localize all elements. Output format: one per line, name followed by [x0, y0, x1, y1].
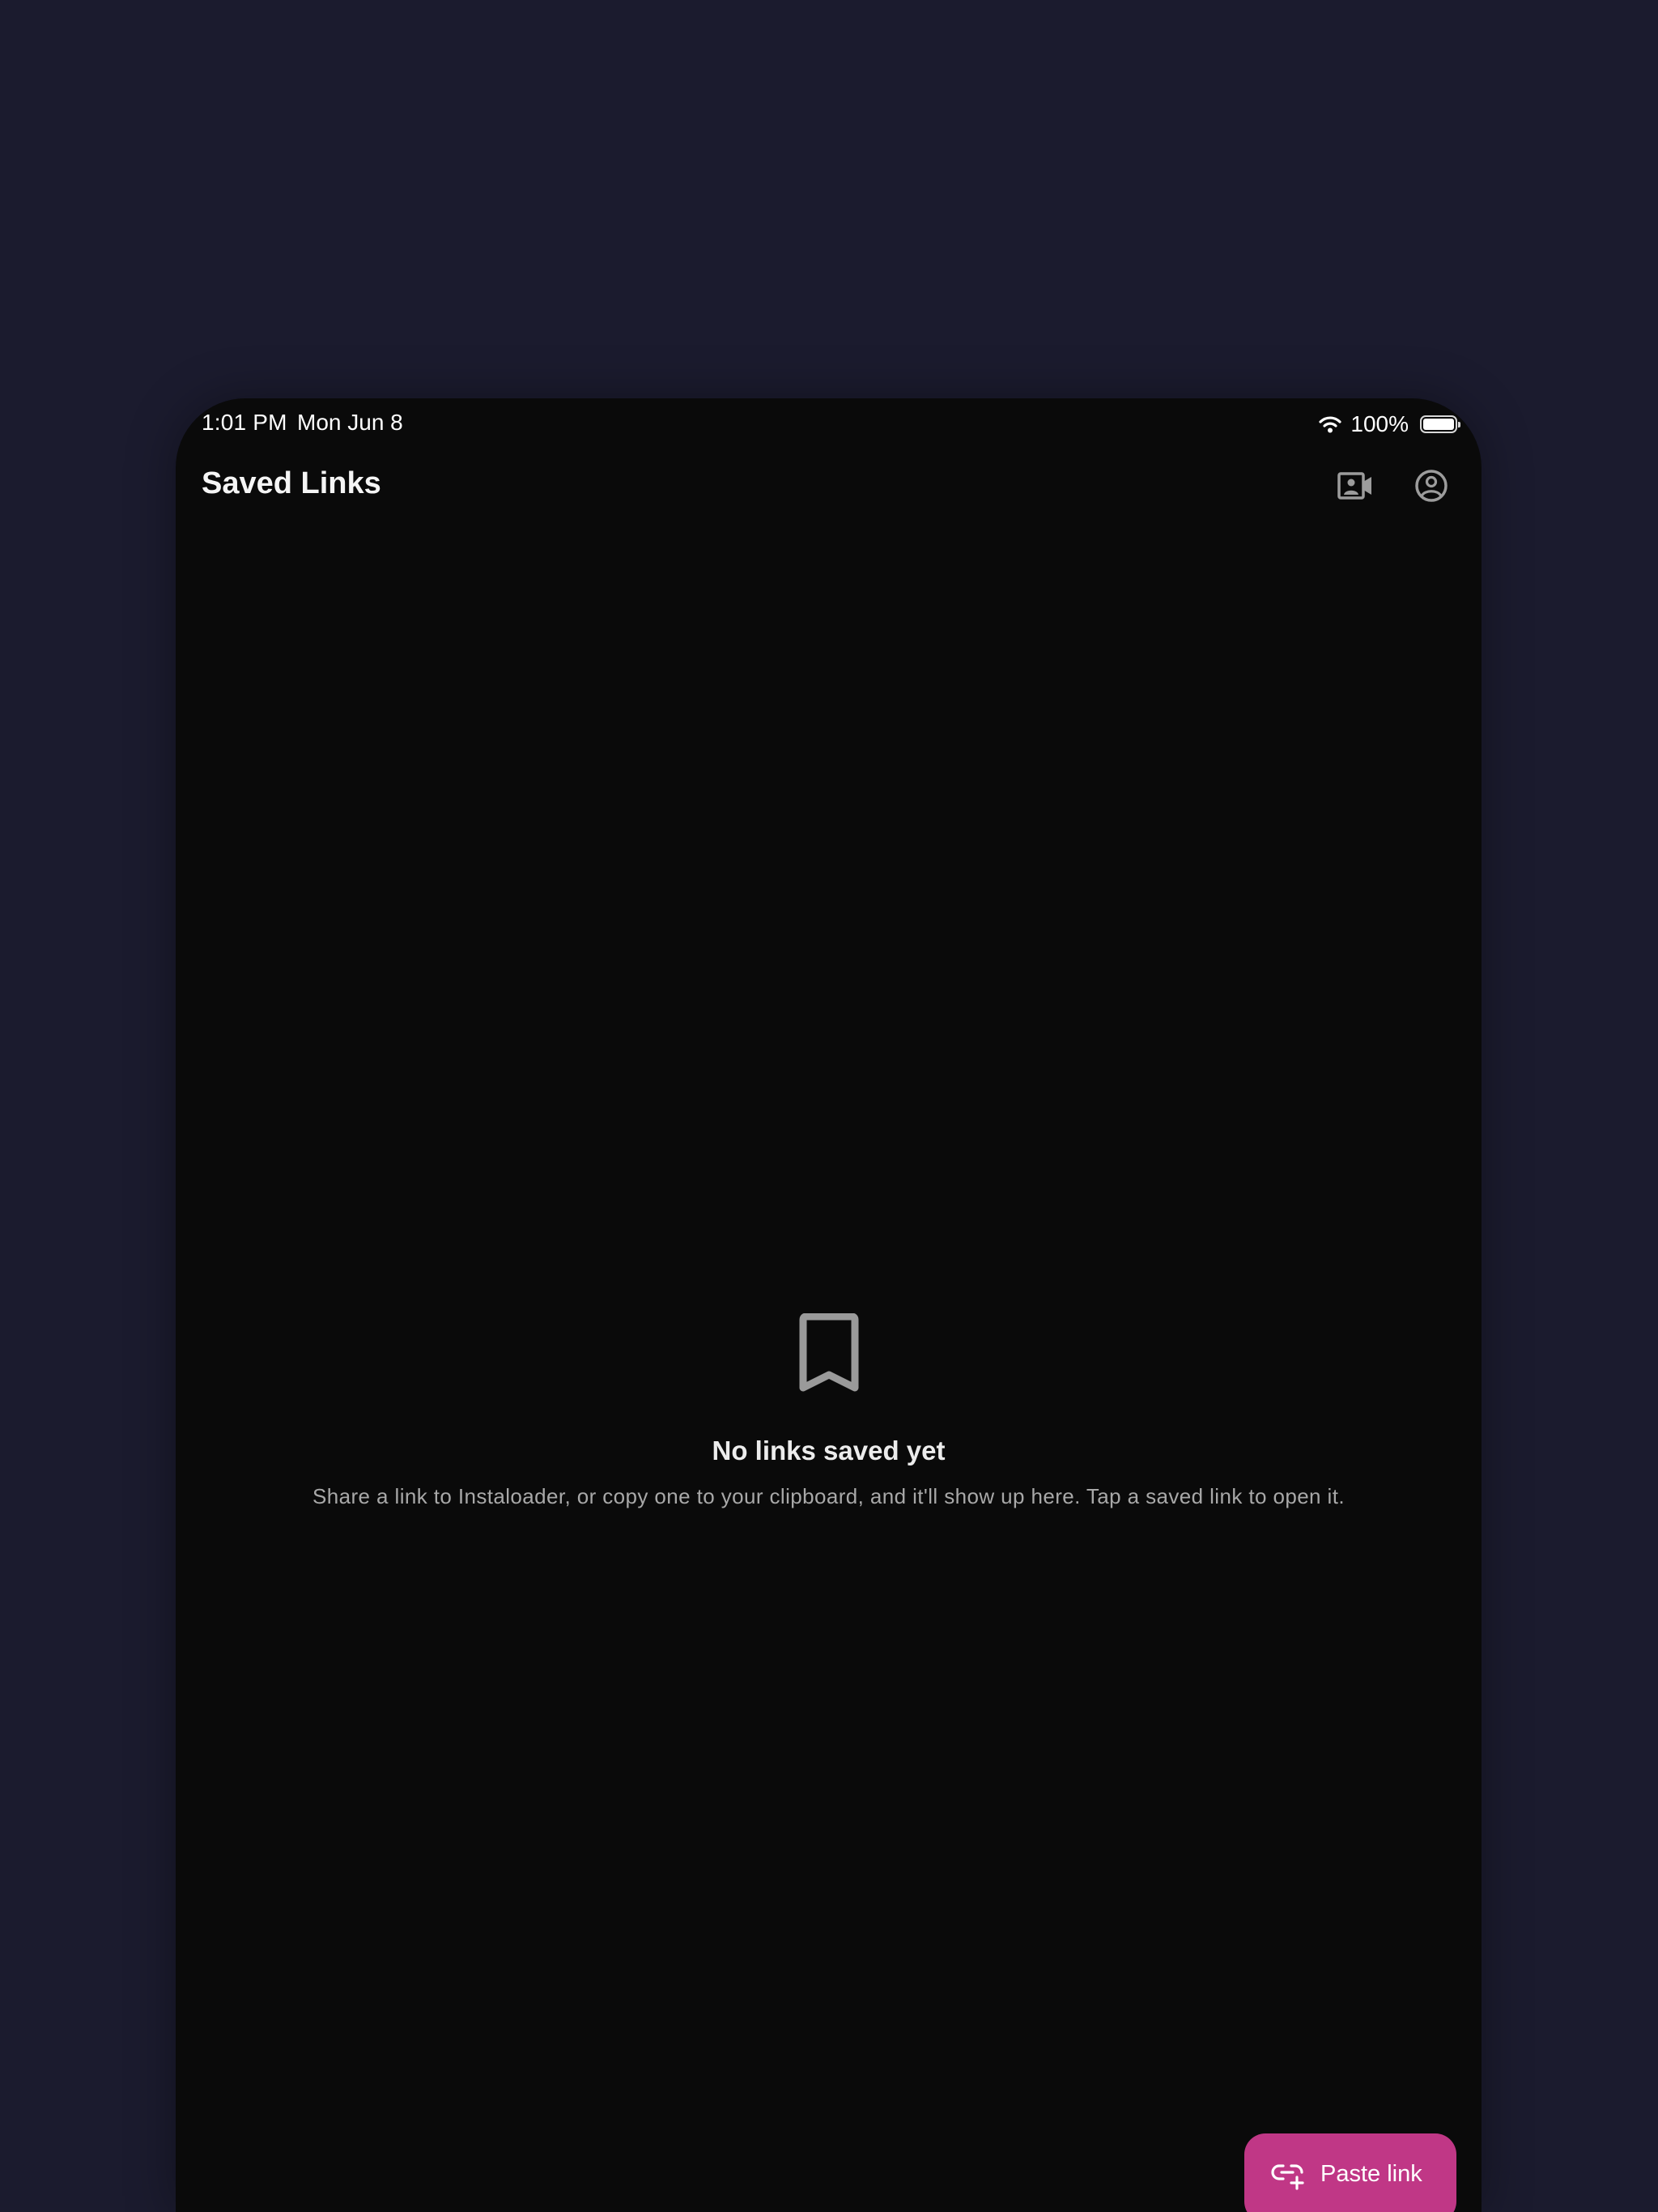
device-screen: 1:01 PM Mon Jun 8 100% Saved Links No li… — [176, 398, 1482, 2212]
paste-link-button[interactable]: Paste link — [1244, 2133, 1456, 2212]
status-bar: 1:01 PM Mon Jun 8 100% — [176, 398, 1482, 452]
app-header: Saved Links — [176, 452, 1482, 521]
bookmark-outline-icon — [797, 1312, 861, 1394]
status-indicators: 100% — [1318, 408, 1460, 440]
account-circle-icon — [1414, 469, 1448, 507]
empty-state-description: Share a link to Instaloader, or copy one… — [312, 1484, 1345, 1508]
add-link-icon — [1270, 2161, 1306, 2190]
paste-link-label: Paste link — [1320, 2161, 1422, 2187]
account-button[interactable] — [1407, 463, 1456, 512]
battery-percent: 100% — [1350, 411, 1409, 436]
empty-state-title: No links saved yet — [712, 1436, 946, 1465]
status-date: Mon Jun 8 — [297, 410, 403, 435]
wifi-icon — [1318, 415, 1342, 434]
status-time: 1:01 PM — [202, 410, 287, 435]
battery-icon — [1420, 415, 1460, 433]
battery-cap — [1458, 422, 1460, 428]
video-account-icon — [1337, 470, 1373, 505]
empty-state: No links saved yet Share a link to Insta… — [176, 1312, 1482, 1509]
battery-fill — [1423, 419, 1454, 430]
video-account-button[interactable] — [1331, 463, 1380, 512]
page-title: Saved Links — [202, 466, 381, 500]
